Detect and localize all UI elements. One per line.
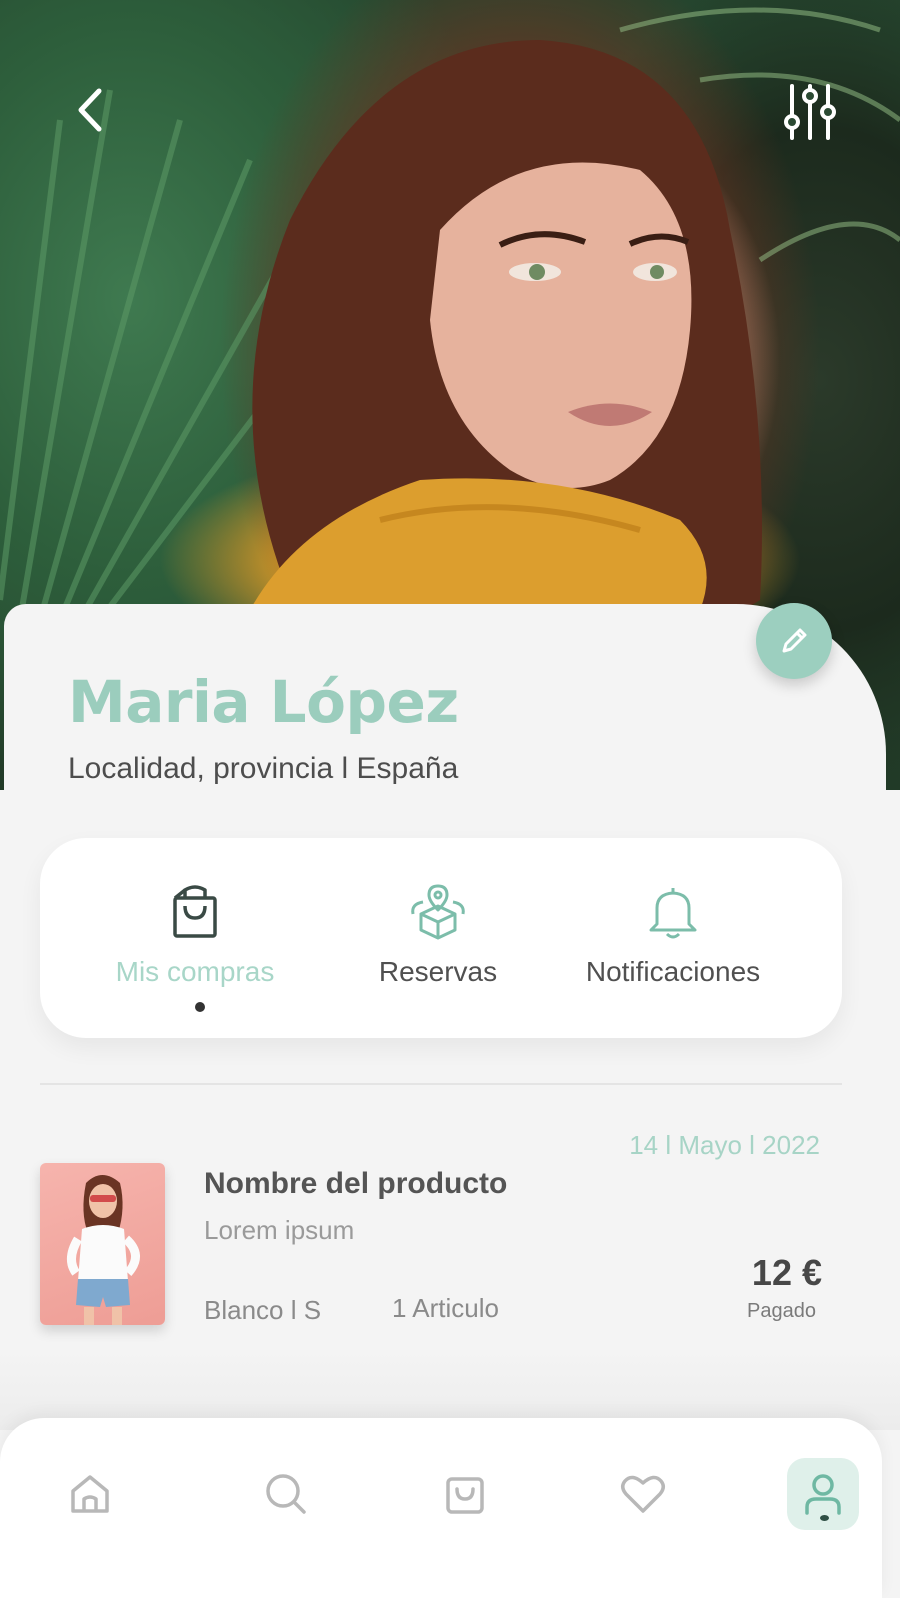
nav-active-indicator: [820, 1515, 829, 1521]
order-date: 14 l Mayo l 2022: [629, 1130, 820, 1160]
sliders-icon: [784, 84, 836, 140]
nav-search-button[interactable]: [250, 1458, 322, 1530]
active-tab-indicator: [195, 1002, 205, 1012]
payment-status: Pagado: [747, 1300, 816, 1322]
chevron-left-icon: [78, 88, 102, 132]
search-icon: [266, 1474, 306, 1514]
profile-name: Maria López: [68, 668, 459, 736]
tab-mis-compras-label: Mis compras: [115, 956, 275, 987]
edit-profile-button[interactable]: [756, 603, 832, 679]
product-image: [67, 1175, 140, 1325]
tab-reservas[interactable]: Reservas: [340, 838, 536, 1038]
heart-icon: [621, 1475, 665, 1513]
package-location-icon: [411, 884, 465, 940]
nav-favorites-button[interactable]: [607, 1458, 679, 1530]
home-icon: [71, 1475, 109, 1513]
tab-notificaciones-label: Notificaciones: [585, 956, 761, 987]
back-button[interactable]: [62, 80, 118, 140]
nav-home-button[interactable]: [54, 1458, 126, 1530]
tab-notificaciones[interactable]: Notificaciones: [560, 838, 786, 1038]
product-price: 12 €: [751, 1252, 822, 1293]
product-thumbnail[interactable]: [40, 1163, 165, 1325]
product-name: Nombre del producto: [204, 1167, 508, 1200]
user-icon: [805, 1474, 841, 1515]
tab-reservas-label: Reservas: [378, 956, 498, 987]
profile-location: Localidad, provincia l España: [68, 752, 459, 785]
nav-cart-button[interactable]: [429, 1458, 501, 1530]
bottom-navigation: [0, 1418, 882, 1598]
product-variant: Blanco l S: [204, 1295, 322, 1325]
bell-icon: [649, 888, 697, 939]
profile-tabs: Mis compras Reservas Notificaciones: [40, 838, 842, 1038]
product-description: Lorem ipsum: [204, 1215, 355, 1245]
settings-filter-button[interactable]: [778, 80, 842, 144]
bag-icon: [446, 1477, 484, 1514]
shopping-bag-icon: [173, 885, 217, 938]
pencil-icon: [782, 628, 807, 653]
product-quantity: 1 Articulo: [392, 1293, 499, 1323]
divider: [40, 1083, 842, 1085]
